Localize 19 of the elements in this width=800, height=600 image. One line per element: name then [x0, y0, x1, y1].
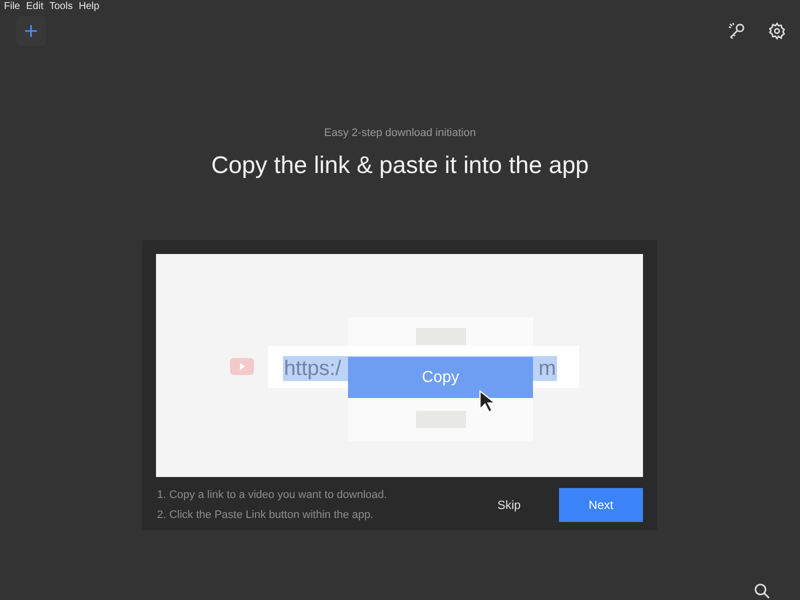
plus-icon [24, 24, 38, 38]
instruction-text: 2. Click the Paste Link button within the app. [157, 508, 374, 522]
key-icon[interactable] [728, 22, 746, 40]
menu-item[interactable]: Edit [26, 0, 44, 14]
menu-placeholder-bar [416, 328, 466, 345]
skip-button[interactable]: Skip [467, 488, 551, 522]
add-button[interactable] [16, 16, 46, 46]
settings-icon[interactable] [768, 22, 786, 40]
menu-item[interactable]: File [4, 0, 20, 14]
subtitle: Easy 2-step download initiation [324, 126, 476, 141]
title: Copy the link & paste it into the app [211, 150, 589, 180]
menu-item[interactable]: Help [78, 0, 100, 14]
play-icon [230, 358, 254, 375]
url-text: https:/ [284, 356, 342, 381]
menu-item[interactable]: Tools [49, 0, 73, 14]
next-button[interactable]: Next [559, 488, 643, 522]
search-icon[interactable] [754, 583, 770, 599]
instruction-text: 1. Copy a link to a video you want to download. [157, 488, 388, 503]
url-text: m [538, 356, 556, 381]
